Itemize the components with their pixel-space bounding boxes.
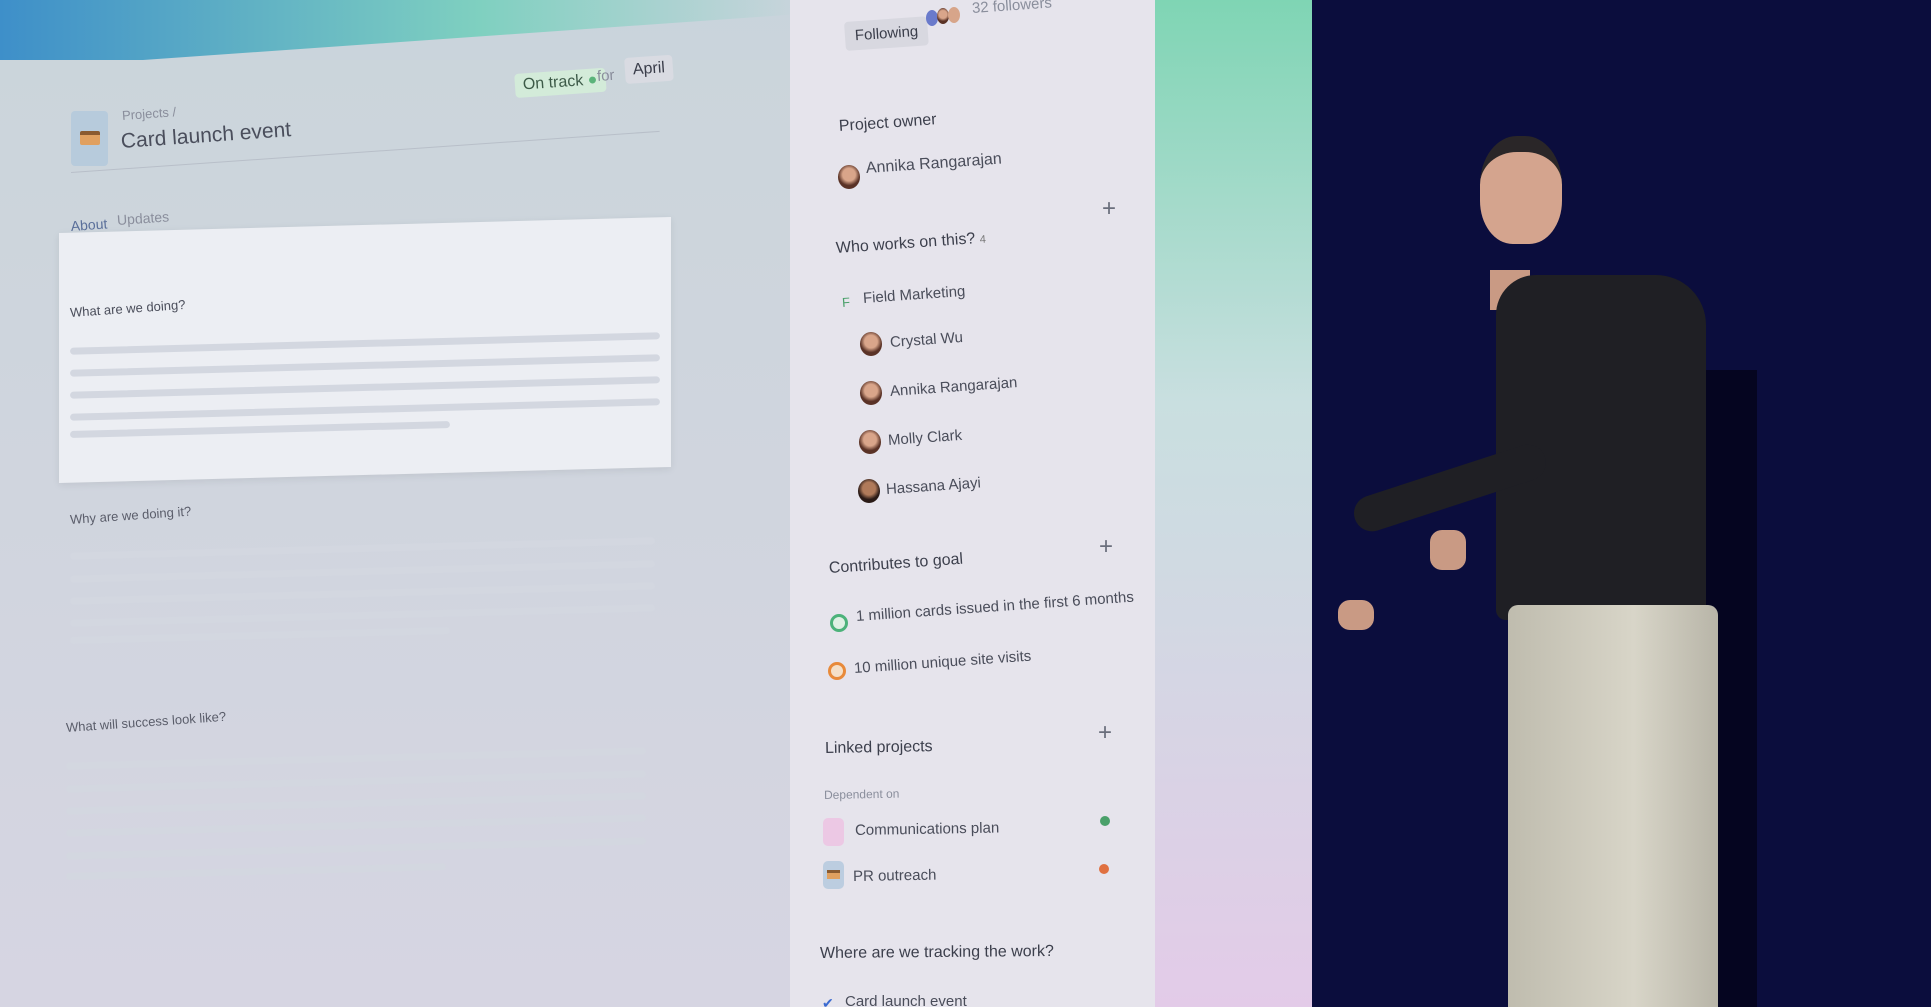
presenter-hand [1430, 530, 1466, 570]
card-icon [823, 861, 844, 889]
project-sidebar [790, 0, 1155, 1007]
tracking-heading: Where are we tracking the work? [819, 942, 1054, 962]
add-goal-plus-icon[interactable]: + [1094, 535, 1118, 560]
presenter-head [1480, 136, 1562, 244]
avatar [860, 332, 882, 356]
add-linked-project-plus-icon[interactable]: + [1093, 721, 1117, 746]
linked-heading: Linked projects [824, 738, 933, 757]
linked-project[interactable]: Communications plan [855, 819, 1000, 839]
presenter-hand [1338, 600, 1374, 630]
avatar [858, 479, 880, 503]
chat-bubble-icon [823, 818, 844, 846]
status-dot [1099, 864, 1109, 874]
avatar [859, 430, 881, 454]
dependent-label: Dependent on [823, 786, 900, 802]
for-label: for [596, 66, 616, 85]
tracking-item[interactable]: Card launch event [845, 993, 967, 1007]
presenter [1330, 130, 1750, 1007]
goal-target-icon [830, 614, 848, 632]
period-selector[interactable]: April [624, 54, 674, 84]
goal-target-icon [828, 662, 846, 680]
status-dot [1100, 816, 1110, 826]
team-initial: F [841, 294, 851, 310]
presenter-trousers [1508, 605, 1718, 1007]
screen-glow-right [1150, 0, 1312, 1007]
project-icon [71, 111, 108, 166]
following-button[interactable]: Following [843, 16, 930, 51]
avatar [860, 381, 882, 405]
avatar [838, 165, 860, 189]
linked-project[interactable]: PR outreach [853, 867, 937, 885]
follower-avatars[interactable] [926, 7, 962, 28]
projection-screen: On track ● for April Projects / Card lau… [0, 0, 1312, 1007]
add-member-plus-icon[interactable]: + [1097, 197, 1121, 222]
card-icon [80, 131, 100, 145]
check-icon: ✔ [822, 995, 834, 1007]
